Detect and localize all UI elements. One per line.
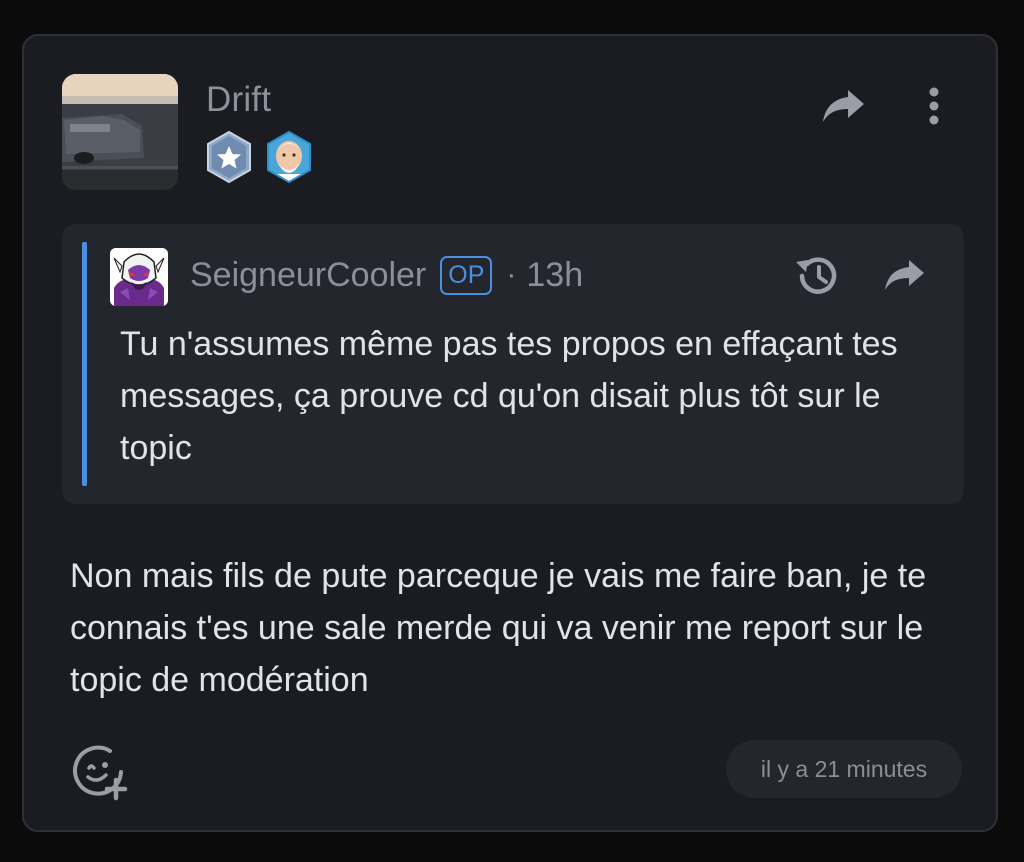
author-avatar[interactable] [62,74,178,190]
author-badges [204,130,314,184]
quoted-message[interactable]: SeigneurCooler OP · 13h Tu n'assumes mêm… [62,224,964,504]
quote-author-avatar[interactable] [110,248,168,306]
post-timestamp: il y a 21 minutes [726,740,962,798]
quote-header: SeigneurCooler OP · 13h [190,252,583,298]
quote-accent-bar [82,242,87,486]
harold-portrait-badge-icon [267,130,311,184]
history-icon[interactable] [792,252,842,300]
star-hexagon-badge-icon [207,130,251,184]
car-photo-icon [62,74,178,190]
share-arrow-icon[interactable] [820,84,868,128]
quote-author-name[interactable]: SeigneurCooler [190,256,426,295]
quote-timestamp: 13h [526,255,584,294]
op-badge: OP [440,255,493,295]
vertical-dots-icon[interactable] [916,84,952,128]
quote-text: Tu n'assumes même pas tes propos en effa… [120,325,898,467]
separator-dot: · [506,258,517,291]
character-avatar-icon [110,248,168,306]
post-card: Drift SeigneurCooler OP · 13h Tu n'assum… [22,34,998,832]
post-author-name[interactable]: Drift [206,80,271,120]
share-arrow-icon[interactable] [882,254,928,296]
add-reaction-icon[interactable] [70,742,130,802]
post-body-text: Non mais fils de pute parceque je vais m… [70,557,927,699]
